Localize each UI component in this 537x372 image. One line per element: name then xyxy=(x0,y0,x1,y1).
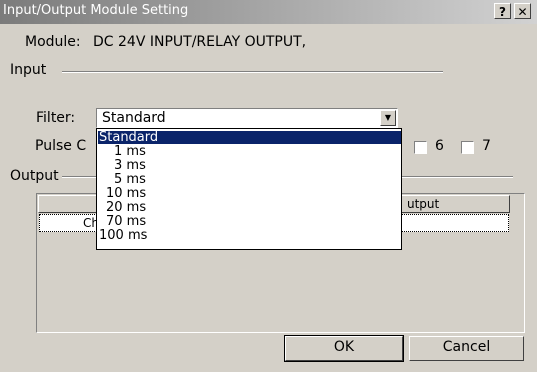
input-group-divider xyxy=(62,71,443,73)
filter-dropdown-list[interactable]: Standard 1 ms 3 ms 5 ms 10 ms 20 ms 70 m… xyxy=(96,128,402,250)
input-group-label: Input xyxy=(10,62,47,78)
filter-option-1ms[interactable]: 1 ms xyxy=(98,145,416,158)
module-label: Module: xyxy=(25,34,81,50)
column-header-output[interactable]: utput xyxy=(407,197,439,211)
filter-option-100ms[interactable]: 100 ms xyxy=(98,229,401,242)
output-group-divider-left xyxy=(62,176,96,178)
filter-option-70ms[interactable]: 70 ms xyxy=(98,215,408,228)
window-title: Input/Output Module Setting xyxy=(3,3,189,18)
output-group-divider-right xyxy=(402,176,513,178)
filter-option-5ms[interactable]: 5 ms xyxy=(98,173,416,186)
filter-option-standard[interactable]: Standard xyxy=(98,131,401,144)
output-group-label: Output xyxy=(10,168,59,184)
cancel-button[interactable]: Cancel xyxy=(409,336,524,361)
filter-label: Filter: xyxy=(36,110,76,126)
module-value: DC 24V INPUT/RELAY OUTPUT, xyxy=(93,34,307,50)
ok-button[interactable]: OK xyxy=(284,335,404,362)
filter-option-3ms[interactable]: 3 ms xyxy=(98,159,416,172)
pulse-label: Pulse C xyxy=(35,138,87,154)
chevron-down-icon[interactable]: ▼ xyxy=(380,110,396,126)
close-button[interactable]: ✕ xyxy=(514,3,531,19)
filter-option-20ms[interactable]: 20 ms xyxy=(98,201,408,214)
pulse-checkbox-6-label: 6 xyxy=(435,138,444,154)
filter-option-10ms[interactable]: 10 ms xyxy=(98,187,408,200)
help-button[interactable]: ? xyxy=(494,3,511,19)
pulse-checkbox-7-label: 7 xyxy=(482,138,491,154)
pulse-checkbox-7[interactable] xyxy=(461,141,474,154)
filter-select[interactable]: Standard ▼ xyxy=(96,108,398,128)
filter-selected-value: Standard xyxy=(102,110,166,126)
title-bar[interactable]: Input/Output Module Setting ? ✕ xyxy=(0,0,537,24)
